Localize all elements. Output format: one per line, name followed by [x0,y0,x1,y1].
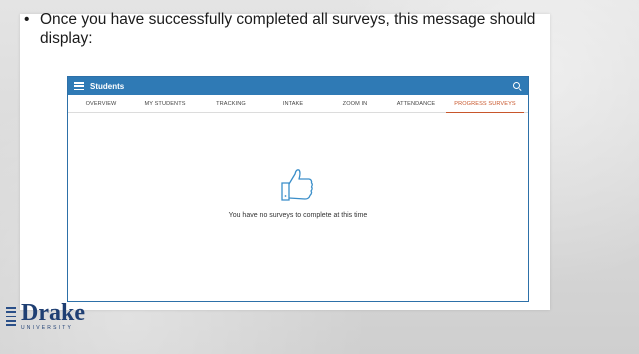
tab-intake[interactable]: INTAKE [262,95,324,112]
empty-state: You have no surveys to complete at this … [68,167,528,219]
tab-overview[interactable]: OVERVIEW [72,95,130,112]
drake-logo: Drake UNIVERSITY [6,300,85,331]
tab-bar: OVERVIEW MY STUDENTS TRACKING INTAKE ZOO… [68,95,528,113]
search-icon[interactable] [513,81,522,91]
tab-tracking[interactable]: TRACKING [200,95,262,112]
thumbs-up-icon [281,169,313,201]
bullet-dot: • [24,11,30,28]
empty-message: You have no surveys to complete at this … [228,212,368,219]
app-window: Students OVERVIEW MY STUDENTS TRACKING I… [67,76,529,302]
logo-wordmark: Drake [21,300,85,326]
logo-bars-icon [6,306,16,328]
tab-attendance[interactable]: ATTENDANCE [386,95,446,112]
bullet-item: • Once you have successfully completed a… [24,10,564,48]
bullet-text: Once you have successfully completed all… [40,11,536,47]
tab-progress-surveys[interactable]: PROGRESS SURVEYS [446,95,524,113]
app-topbar: Students [68,77,528,95]
tab-my-students[interactable]: MY STUDENTS [130,95,200,112]
tab-zoom-in[interactable]: ZOOM IN [324,95,386,112]
app-title: Students [90,81,125,91]
hamburger-menu-icon[interactable] [74,82,84,90]
